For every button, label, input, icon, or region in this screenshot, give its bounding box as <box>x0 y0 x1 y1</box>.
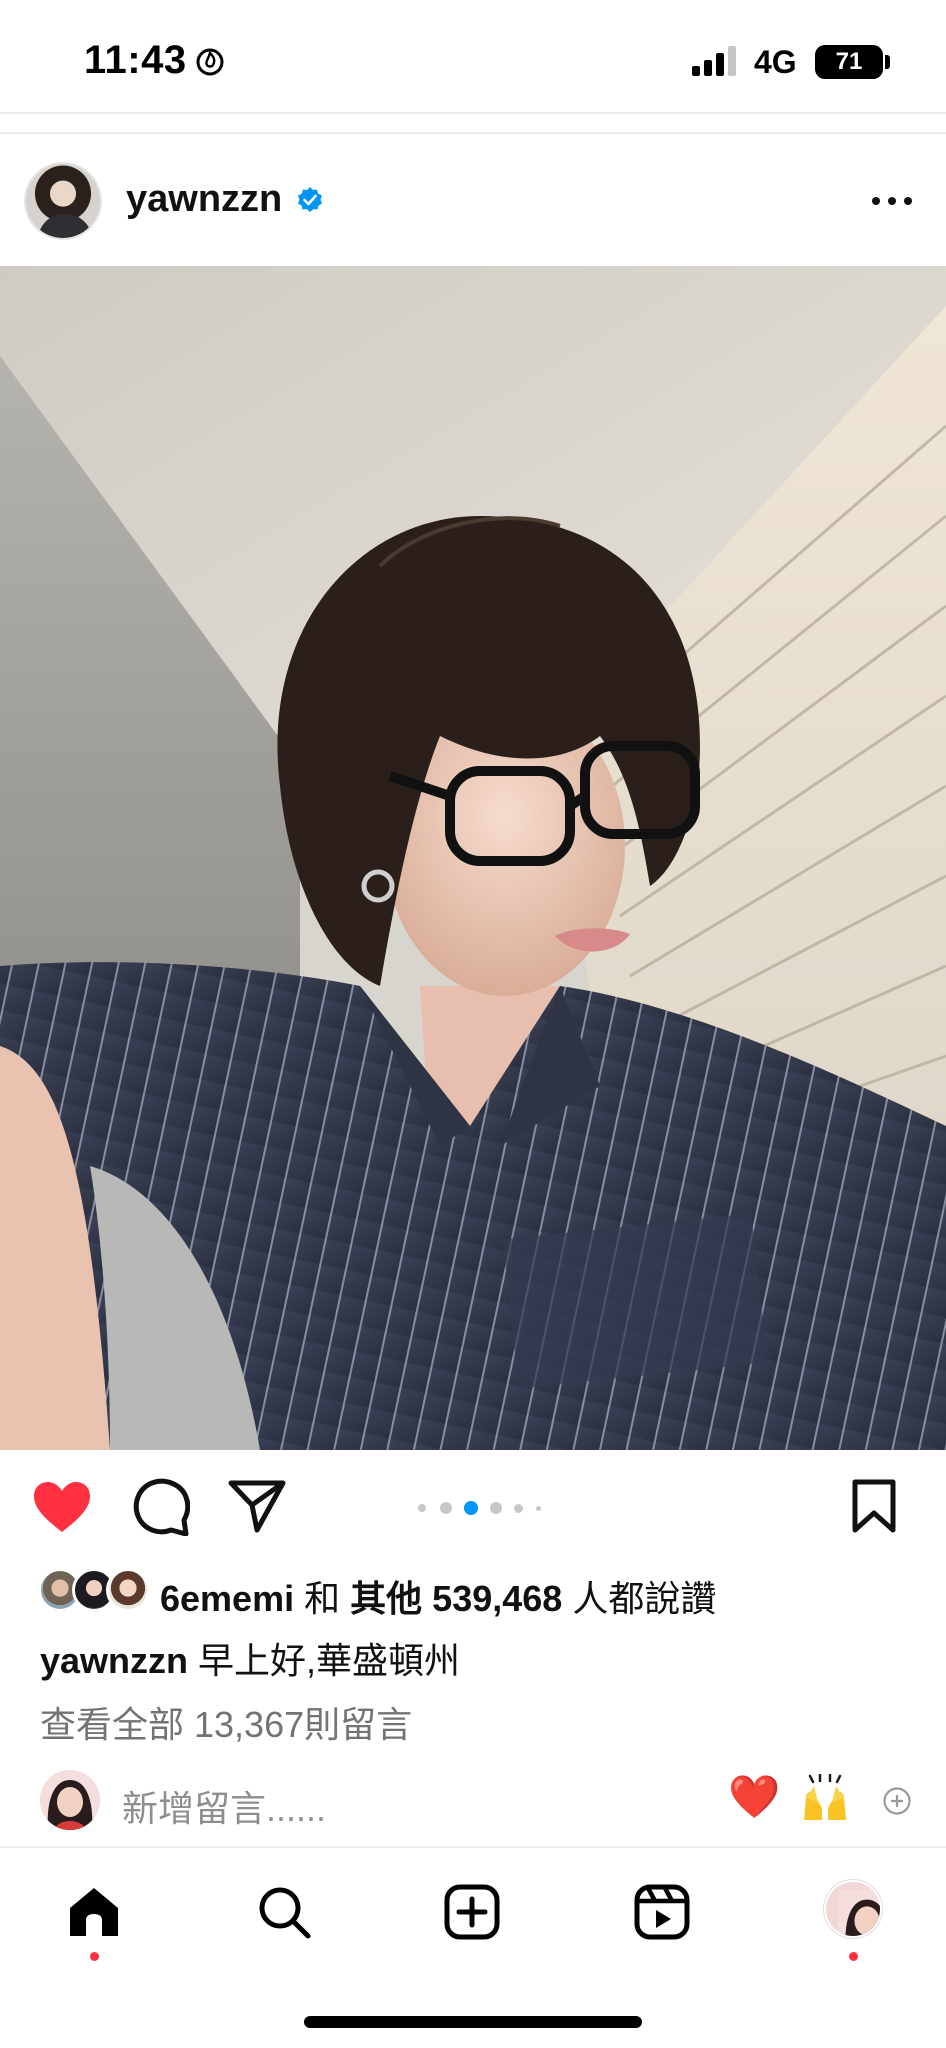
add-emoji-icon[interactable] <box>882 1786 912 1816</box>
verified-badge-icon <box>298 187 322 212</box>
likes-others[interactable]: 其他 <box>350 1578 422 1619</box>
signal-icon <box>692 46 736 76</box>
quick-reaction-heart[interactable]: ❤️ <box>728 1776 780 1818</box>
status-time: 11:43 <box>84 38 187 82</box>
avatar-suit <box>38 214 92 238</box>
network-type: 4G <box>754 44 797 80</box>
carousel-dot <box>514 1504 523 1513</box>
carousel-dot <box>440 1502 452 1514</box>
share-icon[interactable] <box>228 1478 286 1534</box>
nav-profile[interactable] <box>812 1876 892 1961</box>
carousel-dot <box>536 1506 541 1511</box>
create-post-icon <box>444 1884 500 1940</box>
nav-activity-dot <box>849 1952 858 1961</box>
likes-summary[interactable]: 6ememi 和 其他 539,468 人都說讚 <box>0 1560 946 1622</box>
author-username[interactable]: yawnzzn <box>126 178 282 221</box>
comment-input[interactable]: 新增留言...... <box>122 1780 326 1832</box>
bottom-navigation <box>0 1846 946 2048</box>
view-all-comments-link[interactable]: 查看全部 13,367則留言 <box>40 1696 412 1748</box>
post-header: yawnzzn <box>0 140 946 260</box>
likes-suffix: 人都說讚 <box>572 1578 717 1619</box>
liker-avatars <box>38 1568 150 1612</box>
quick-reaction-raised-hands[interactable] <box>800 1774 850 1822</box>
add-comment-row[interactable]: 新增留言...... ❤️ <box>0 1760 946 1838</box>
comment-icon[interactable] <box>132 1478 190 1536</box>
nav-reels[interactable] <box>622 1876 702 1956</box>
carousel-dot <box>490 1502 502 1514</box>
carousel-dot-active <box>464 1501 478 1515</box>
carousel-dot <box>418 1504 426 1512</box>
bookmark-icon[interactable] <box>850 1478 898 1534</box>
liker-avatar <box>106 1568 150 1612</box>
heart-icon[interactable] <box>32 1480 92 1534</box>
nav-create[interactable] <box>432 1876 512 1956</box>
author-avatar[interactable] <box>24 162 102 240</box>
status-bar: 11:43 4G 71 <box>0 0 946 112</box>
reels-icon <box>634 1884 690 1940</box>
likes-text: 6ememi 和 其他 539,468 人都說讚 <box>160 1570 716 1622</box>
profile-avatar <box>824 1880 882 1938</box>
post-photo-illustration <box>0 266 946 1450</box>
post-actions <box>0 1450 946 1560</box>
nav-search[interactable] <box>244 1876 324 1956</box>
caption-username[interactable]: yawnzzn <box>40 1640 188 1681</box>
flame-icon <box>196 48 224 76</box>
current-user-avatar <box>40 1770 100 1830</box>
battery-tip <box>885 55 890 69</box>
divider <box>0 132 946 134</box>
search-icon <box>259 1887 311 1939</box>
first-liker[interactable]: 6ememi <box>160 1578 294 1619</box>
home-indicator[interactable] <box>304 2016 642 2028</box>
likes-count: 539,468 <box>432 1578 563 1619</box>
nav-activity-dot <box>90 1952 99 1961</box>
nav-home[interactable] <box>54 1876 134 1961</box>
home-icon <box>70 1888 118 1936</box>
caption-text: 早上好,華盛頓州 <box>198 1640 461 1681</box>
post-photo[interactable] <box>0 266 946 1450</box>
carousel-indicator <box>418 1500 550 1516</box>
likes-connector: 和 <box>304 1578 341 1619</box>
divider <box>0 112 946 114</box>
battery-level: 71 <box>835 48 863 75</box>
post-caption: yawnzzn 早上好,華盛頓州 <box>40 1632 460 1684</box>
more-options-icon[interactable] <box>868 192 916 210</box>
battery-icon: 71 <box>815 45 883 79</box>
